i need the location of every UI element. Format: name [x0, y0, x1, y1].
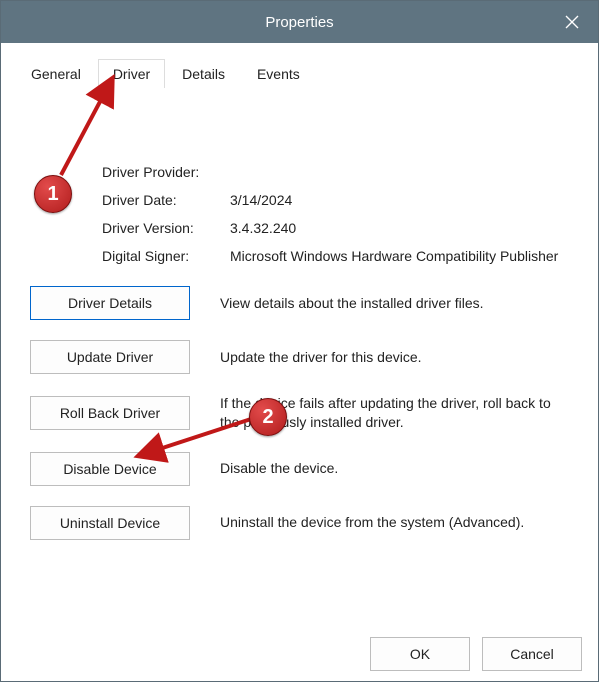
roll-back-driver-row: Roll Back Driver If the device fails aft…	[30, 394, 573, 432]
tab-events[interactable]: Events	[242, 59, 315, 88]
driver-version-value: 3.4.32.240	[230, 220, 573, 236]
disable-device-button[interactable]: Disable Device	[30, 452, 190, 486]
close-icon	[565, 15, 579, 29]
tab-details[interactable]: Details	[167, 59, 240, 88]
digital-signer-row: Digital Signer: Microsoft Windows Hardwa…	[102, 248, 573, 264]
update-driver-desc: Update the driver for this device.	[220, 348, 573, 367]
driver-actions: Driver Details View details about the in…	[30, 286, 573, 540]
driver-date-label: Driver Date:	[102, 192, 230, 208]
window-title: Properties	[1, 14, 598, 31]
disable-device-row: Disable Device Disable the device.	[30, 452, 573, 486]
properties-window: Properties General Driver Details Events…	[0, 0, 599, 682]
driver-provider-row: Driver Provider:	[102, 164, 573, 180]
tab-strip: General Driver Details Events	[10, 52, 589, 88]
digital-signer-value: Microsoft Windows Hardware Compatibility…	[230, 248, 573, 264]
annotation-callout-1: 1	[34, 175, 72, 213]
driver-details-button[interactable]: Driver Details	[30, 286, 190, 320]
tab-general[interactable]: General	[16, 59, 96, 88]
uninstall-device-desc: Uninstall the device from the system (Ad…	[220, 513, 573, 532]
driver-version-label: Driver Version:	[102, 220, 230, 236]
driver-date-value: 3/14/2024	[230, 192, 573, 208]
digital-signer-label: Digital Signer:	[102, 248, 230, 264]
update-driver-button[interactable]: Update Driver	[30, 340, 190, 374]
driver-provider-value	[230, 164, 573, 180]
update-driver-row: Update Driver Update the driver for this…	[30, 340, 573, 374]
roll-back-driver-button[interactable]: Roll Back Driver	[30, 396, 190, 430]
driver-details-row: Driver Details View details about the in…	[30, 286, 573, 320]
ok-button[interactable]: OK	[370, 637, 470, 671]
driver-details-desc: View details about the installed driver …	[220, 294, 573, 313]
titlebar: Properties	[1, 1, 598, 43]
content-area: General Driver Details Events Driver Pro…	[9, 51, 590, 625]
disable-device-desc: Disable the device.	[220, 459, 573, 478]
driver-version-row: Driver Version: 3.4.32.240	[102, 220, 573, 236]
dialog-footer: OK Cancel	[370, 637, 582, 671]
uninstall-device-button[interactable]: Uninstall Device	[30, 506, 190, 540]
annotation-callout-2: 2	[249, 398, 287, 436]
tab-driver[interactable]: Driver	[98, 59, 165, 88]
close-button[interactable]	[546, 1, 598, 43]
cancel-button[interactable]: Cancel	[482, 637, 582, 671]
tab-body-driver: Driver Provider: Driver Date: 3/14/2024 …	[10, 88, 589, 624]
driver-date-row: Driver Date: 3/14/2024	[102, 192, 573, 208]
uninstall-device-row: Uninstall Device Uninstall the device fr…	[30, 506, 573, 540]
driver-provider-label: Driver Provider:	[102, 164, 230, 180]
driver-info: Driver Provider: Driver Date: 3/14/2024 …	[102, 164, 573, 264]
